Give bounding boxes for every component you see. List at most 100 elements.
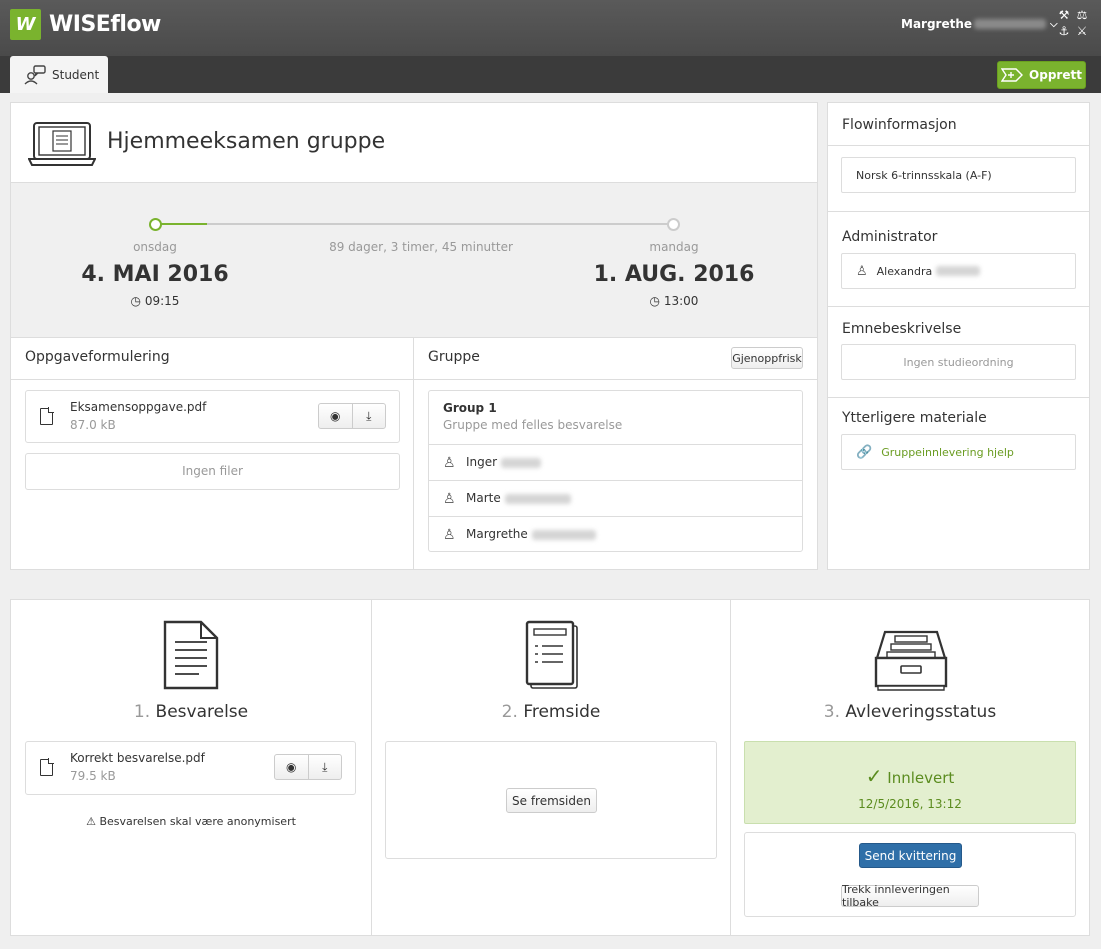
divider (828, 145, 1089, 146)
step-status: 3. Avleveringsstatus ✓ Innlevert 12/5/20… (730, 600, 1089, 935)
inbox-tray-icon (874, 630, 948, 691)
administrator-section: Administrator ♙ Alexandra (828, 212, 1089, 307)
file-icon (40, 758, 54, 776)
assignment-heading: Oppgaveformulering (11, 338, 413, 380)
course-description-section: Emnebeskrivelse Ingen studieordning (828, 307, 1089, 398)
group-member: ♙ Inger (429, 444, 802, 480)
top-bar: W WISEflow Margrethe ⌵ ⚒ ⚖ ⚓ ⚔ (0, 0, 1101, 56)
file-name: Korrekt besvarelse.pdf (70, 751, 205, 765)
grading-scale: Norsk 6-trinnsskala (A-F) (841, 157, 1076, 193)
timeline-start-dot (149, 218, 162, 231)
end-time-value: 13:00 (663, 294, 699, 308)
tool-icons: ⚒ ⚖ ⚓ ⚔ (1055, 8, 1091, 38)
user-icon: ♙ (856, 263, 868, 279)
user-icon: ♙ (443, 455, 456, 471)
logo-mark-icon: W (10, 9, 41, 40)
tab-bar: Student Opprett (0, 56, 1101, 93)
start-time-value: 09:15 (144, 294, 180, 308)
step-front-page: 2. Fremside Se fremsiden (371, 600, 730, 935)
download-icon[interactable]: ⤓ (351, 404, 386, 428)
hammer-pick-icon[interactable]: ⚒ (1055, 8, 1073, 22)
front-page-icon (525, 620, 578, 689)
last-name-redacted (501, 457, 542, 468)
duration: 89 dager, 3 timer, 45 minutter (329, 240, 513, 254)
status-datetime: 12/5/2016, 13:12 (858, 797, 962, 811)
end-day: mandag (649, 240, 699, 254)
last-name-redacted (531, 529, 596, 540)
help-link-label: Gruppeinnlevering hjelp (881, 445, 1014, 459)
withdraw-submission-button[interactable]: Trekk innleveringen tilbake (841, 883, 979, 909)
user-first-name: Margrethe (901, 17, 973, 31)
logo[interactable]: W WISEflow (10, 9, 161, 40)
timeline-end-dot (667, 218, 680, 231)
create-flow-icon (1001, 68, 1024, 82)
end-time: ◷ 13:00 (594, 294, 754, 308)
document-icon (163, 620, 219, 690)
refresh-button[interactable]: Gjenoppfrisk (731, 347, 803, 369)
file-actions: ◉ ⤓ (274, 754, 342, 780)
file-actions: ◉ ⤓ (318, 403, 386, 429)
administrator-name: Alexandra (876, 264, 933, 278)
course-description-title: Emnebeskrivelse (842, 321, 962, 337)
create-button[interactable]: Opprett (997, 61, 1086, 89)
last-name-redacted (936, 266, 981, 276)
user-menu[interactable]: Margrethe ⌵ (901, 17, 1058, 31)
laptop-icon (28, 122, 96, 166)
step-answer: 1. Besvarelse Korrekt besvarelse.pdf 79.… (11, 600, 371, 935)
answer-file-card: Korrekt besvarelse.pdf 79.5 kB ◉ ⤓ (25, 741, 356, 795)
status-state: Innlevert (887, 769, 955, 787)
start-date: 4. MAI 2016 (81, 262, 229, 287)
crossed-swords-icon[interactable]: ⚔ (1073, 24, 1091, 38)
file-size: 79.5 kB (70, 769, 116, 783)
additional-material-title: Ytterligere materiale (842, 410, 987, 426)
timeline: onsdag 4. MAI 2016 ◷ 09:15 89 dager, 3 t… (11, 183, 817, 338)
user-icon: ♙ (443, 527, 456, 543)
flow-info-section: Flowinformasjon Norsk 6-trinnsskala (A-F… (828, 103, 1089, 212)
group-member: ♙ Margrethe (429, 516, 802, 552)
end-date: 1. AUG. 2016 (593, 262, 755, 287)
flow-info-title: Flowinformasjon (842, 117, 957, 133)
help-link[interactable]: 🔗 Gruppeinnlevering hjelp (841, 434, 1076, 470)
last-name-redacted (504, 493, 571, 504)
timeline-track (161, 223, 673, 225)
clock-icon: ◷ (130, 294, 142, 308)
exam-title: Hjemmeeksamen gruppe (107, 129, 386, 154)
additional-material-section: Ytterligere materiale 🔗 Gruppeinnleverin… (828, 398, 1089, 569)
group-name: Group 1 (443, 401, 497, 415)
create-button-label: Opprett (1029, 68, 1082, 82)
start-time: ◷ 09:15 (75, 294, 235, 308)
file-icon (40, 407, 54, 425)
administrator-box: ♙ Alexandra (841, 253, 1076, 289)
student-chat-icon (24, 64, 46, 85)
scales-icon[interactable]: ⚖ (1073, 8, 1091, 22)
administrator-title: Administrator (842, 229, 938, 245)
no-files-box: Ingen filer (25, 453, 400, 490)
tab-student[interactable]: Student (10, 56, 108, 93)
anchor-icon[interactable]: ⚓ (1055, 24, 1073, 38)
exam-header: Hjemmeeksamen gruppe (11, 103, 817, 183)
preview-eye-icon[interactable]: ◉ (275, 755, 308, 779)
preview-eye-icon[interactable]: ◉ (319, 404, 352, 428)
status-label: ✓ Innlevert (745, 764, 1075, 788)
tab-student-label: Student (52, 67, 100, 82)
group-box: Group 1 Gruppe med felles besvarelse ♙ I… (428, 390, 803, 552)
status-box: ✓ Innlevert 12/5/2016, 13:12 (744, 741, 1076, 824)
link-icon: 🔗 (856, 444, 873, 460)
file-size: 87.0 kB (70, 418, 116, 432)
download-icon[interactable]: ⤓ (307, 755, 342, 779)
view-front-page-button[interactable]: Se fremsiden (506, 788, 597, 813)
clock-icon: ◷ (649, 294, 661, 308)
member-name: Marte (466, 491, 571, 505)
start-day: onsdag (133, 240, 177, 254)
submission-steps: 1. Besvarelse Korrekt besvarelse.pdf 79.… (10, 599, 1090, 936)
anonymize-warning: ⚠ Besvarelsen skal være anonymisert (11, 815, 371, 828)
member-name: Margrethe (466, 527, 596, 541)
send-receipt-button[interactable]: Send kvittering (859, 843, 962, 868)
course-description-value: Ingen studieordning (841, 344, 1076, 380)
group-subtitle: Gruppe med felles besvarelse (443, 418, 623, 432)
flow-info-panel: Flowinformasjon Norsk 6-trinnsskala (A-F… (827, 102, 1090, 570)
checkmark-icon: ✓ (865, 764, 883, 788)
exam-panel: Hjemmeeksamen gruppe onsdag 4. MAI 2016 … (10, 102, 818, 570)
user-icon: ♙ (443, 491, 456, 507)
assignment-file-card: Eksamensoppgave.pdf 87.0 kB ◉ ⤓ (25, 390, 400, 443)
